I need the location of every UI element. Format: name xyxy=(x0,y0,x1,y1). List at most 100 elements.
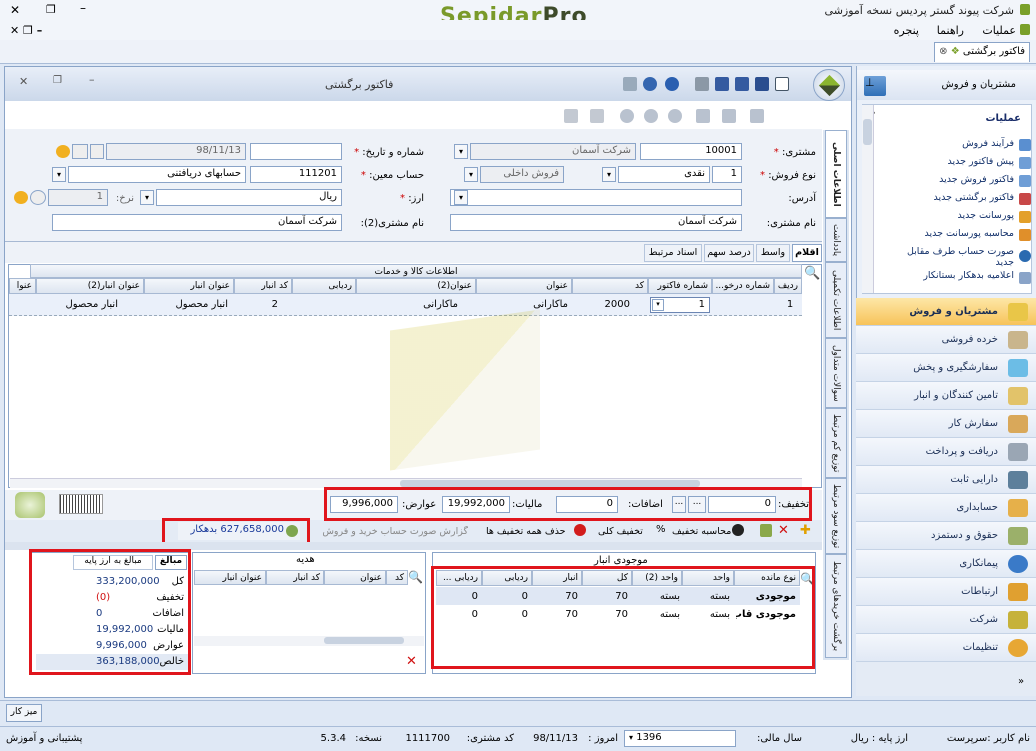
first-icon[interactable] xyxy=(620,109,634,123)
op-new-proforma[interactable]: پیش فاکتور جدید xyxy=(948,156,1014,167)
minimize-icon[interactable]: – xyxy=(80,1,86,15)
col-title[interactable]: عنوان xyxy=(476,278,572,294)
expand-icon[interactable]: » xyxy=(1018,676,1024,687)
remove-discounts-icon[interactable] xyxy=(574,524,586,536)
barcode-icon[interactable] xyxy=(59,494,103,514)
desk-button[interactable]: میز کار xyxy=(6,704,42,722)
remove-discounts-action[interactable]: حذف همه تخفیف ها xyxy=(486,526,566,537)
col-warehouse2[interactable]: عنوان انبار(2) xyxy=(36,278,144,294)
menu-operations[interactable]: عملیات xyxy=(982,24,1016,37)
next-icon[interactable] xyxy=(722,109,736,123)
vtab-related-1[interactable]: توزیع کم مرتبط xyxy=(825,408,847,478)
nav-communications[interactable]: ارتباطات xyxy=(856,578,1036,606)
currency-field[interactable]: ریال xyxy=(156,189,342,206)
col-row[interactable]: ردیف xyxy=(774,278,802,294)
vtab-extra-info[interactable]: اطلاعات تکمیلی xyxy=(825,262,847,338)
table-row[interactable]: 1 1 ▾ 2000 ماکارانی ماکارانی 2 انبار محص… xyxy=(9,294,802,316)
nav-work-order[interactable]: سفارش کار xyxy=(856,410,1036,438)
nav-fixed-assets[interactable]: دارایی ثابت xyxy=(856,466,1036,494)
grid-search-icon[interactable]: 🔍 xyxy=(804,266,820,281)
rate-clock-icon[interactable] xyxy=(30,190,46,205)
doc-tab[interactable]: فاکتور برگشتی ❖ ⊗ xyxy=(934,42,1030,62)
calc-icon[interactable] xyxy=(564,109,578,123)
account-dropdown-icon[interactable]: ▾ xyxy=(52,167,66,182)
nav-company[interactable]: شرکت xyxy=(856,606,1036,634)
invoice-select[interactable]: 1 ▾ xyxy=(650,297,710,313)
copy-icon[interactable] xyxy=(696,109,710,123)
add-row-icon[interactable]: ✚ xyxy=(800,523,811,538)
sale-type-code-field[interactable]: 1 xyxy=(712,166,742,183)
col-tracking[interactable]: ردیابی xyxy=(292,278,356,294)
support-link[interactable]: پشتیبانی و آموزش xyxy=(6,733,82,744)
restore-icon[interactable]: ❐ xyxy=(46,3,56,16)
customer-code-field[interactable]: 10001 xyxy=(640,143,742,160)
gift-col-wh[interactable]: عنوان انبار xyxy=(194,570,266,585)
gift-col-wh-code[interactable]: کد انبار xyxy=(266,570,324,585)
pin-icon[interactable]: ⊥ xyxy=(865,76,875,89)
calc-discount-action[interactable]: محاسبه تخفیف xyxy=(672,526,731,537)
vtab-related-returns[interactable]: برگشت خریدهای مرتبط xyxy=(825,554,847,658)
gift-search-icon[interactable]: 🔍 xyxy=(408,570,423,584)
col-title2[interactable]: عنوان(2) xyxy=(356,278,476,294)
close-icon[interactable]: ✕ xyxy=(10,3,20,17)
total-discount-action[interactable]: تخفیف کلی xyxy=(598,526,643,537)
warning-icon[interactable] xyxy=(56,145,70,158)
delete-icon[interactable] xyxy=(668,109,682,123)
customer-name-input[interactable]: شرکت آسمان xyxy=(450,214,742,231)
help-icon[interactable] xyxy=(665,77,679,91)
add-icon[interactable] xyxy=(15,492,45,518)
nav-suppliers[interactable]: تامین کنندگان و انبار xyxy=(856,382,1036,410)
account-name-field[interactable]: حسابهای دریافتنی xyxy=(68,166,246,183)
invoice-dropdown-icon[interactable]: ▾ xyxy=(652,299,664,311)
nav-settings[interactable]: تنظیمات xyxy=(856,634,1036,662)
nav-contracting[interactable]: پیمانکاری xyxy=(856,550,1036,578)
ops-scrollbar[interactable] xyxy=(862,105,874,293)
tab-intermediary[interactable]: واسط xyxy=(756,244,790,262)
gift-col-title[interactable]: عنوان xyxy=(324,570,386,585)
nav-ordering[interactable]: سفارشگیری و پخش xyxy=(856,354,1036,382)
nav-customers-sales[interactable]: مشتریان و فروش xyxy=(856,298,1036,326)
fiscal-year-select[interactable]: ▾ 1396 xyxy=(624,730,736,747)
win-restore-icon[interactable]: ❐ xyxy=(53,75,62,86)
rate-warning-icon[interactable] xyxy=(14,191,28,204)
customer-dropdown-icon[interactable]: ▾ xyxy=(454,144,468,159)
doc-tab-close-icon[interactable]: ⊗ xyxy=(939,46,947,57)
vtab-notes[interactable]: یادداشت xyxy=(825,218,847,262)
dropdown-icon[interactable] xyxy=(623,77,637,91)
invoice-date-field[interactable]: 98/11/13 xyxy=(106,143,246,160)
print-icon[interactable] xyxy=(695,77,709,91)
nav-accounting[interactable]: حسابداری xyxy=(856,494,1036,522)
new-document-icon[interactable] xyxy=(775,77,789,91)
refresh-icon[interactable] xyxy=(643,77,657,91)
total-discount-icon[interactable]: % xyxy=(656,524,666,535)
attach-icon[interactable] xyxy=(590,109,604,123)
fiscal-dropdown-icon[interactable]: ▾ xyxy=(629,733,633,742)
tab-items[interactable]: اقلام xyxy=(792,244,822,262)
op-calc-commission[interactable]: محاسبه پورسانت جدید xyxy=(924,228,1014,239)
vtab-faq[interactable]: سوالات متداول xyxy=(825,338,847,408)
col-warehouse-code[interactable]: کد انبار xyxy=(234,278,292,294)
last-icon[interactable] xyxy=(750,109,764,123)
rate-field[interactable]: 1 xyxy=(48,189,108,206)
delete-row-icon[interactable]: ✕ xyxy=(778,523,789,538)
vtab-related-2[interactable]: توزیع سود مرتبط xyxy=(825,478,847,554)
address-field[interactable] xyxy=(450,189,742,206)
customer2-field[interactable]: شرکت آسمان xyxy=(52,214,342,231)
op-new-return[interactable]: فاکتور برگشتی جدید xyxy=(933,192,1014,203)
col-request-no[interactable]: شماره درخو... xyxy=(712,278,774,294)
sale-type-field[interactable]: نقدی xyxy=(618,166,710,183)
customer-name-field[interactable]: شرکت آسمان xyxy=(470,143,636,160)
sale-subtype-dropdown-icon[interactable]: ▾ xyxy=(464,167,478,182)
report-action[interactable]: گزارش صورت حساب خرید و فروش xyxy=(300,526,468,537)
account-code-field[interactable]: 111201 xyxy=(250,166,342,183)
op-new-commission[interactable]: پورسانت جدید xyxy=(958,210,1014,221)
mdi-close-icon[interactable]: ✕ ❐ – xyxy=(10,24,42,37)
win-close-icon[interactable]: ✕ xyxy=(19,75,28,88)
gift-col-code[interactable]: کد xyxy=(386,570,408,585)
save-close-icon[interactable] xyxy=(755,77,769,91)
col-code[interactable]: کد xyxy=(572,278,648,294)
lock-icon[interactable] xyxy=(760,524,772,537)
op-debit-credit-note[interactable]: اعلامیه بدهکار بستانکار xyxy=(923,270,1014,281)
col-invoice-no[interactable]: شماره فاکتور xyxy=(648,278,712,294)
app-orb-icon[interactable] xyxy=(813,69,845,101)
